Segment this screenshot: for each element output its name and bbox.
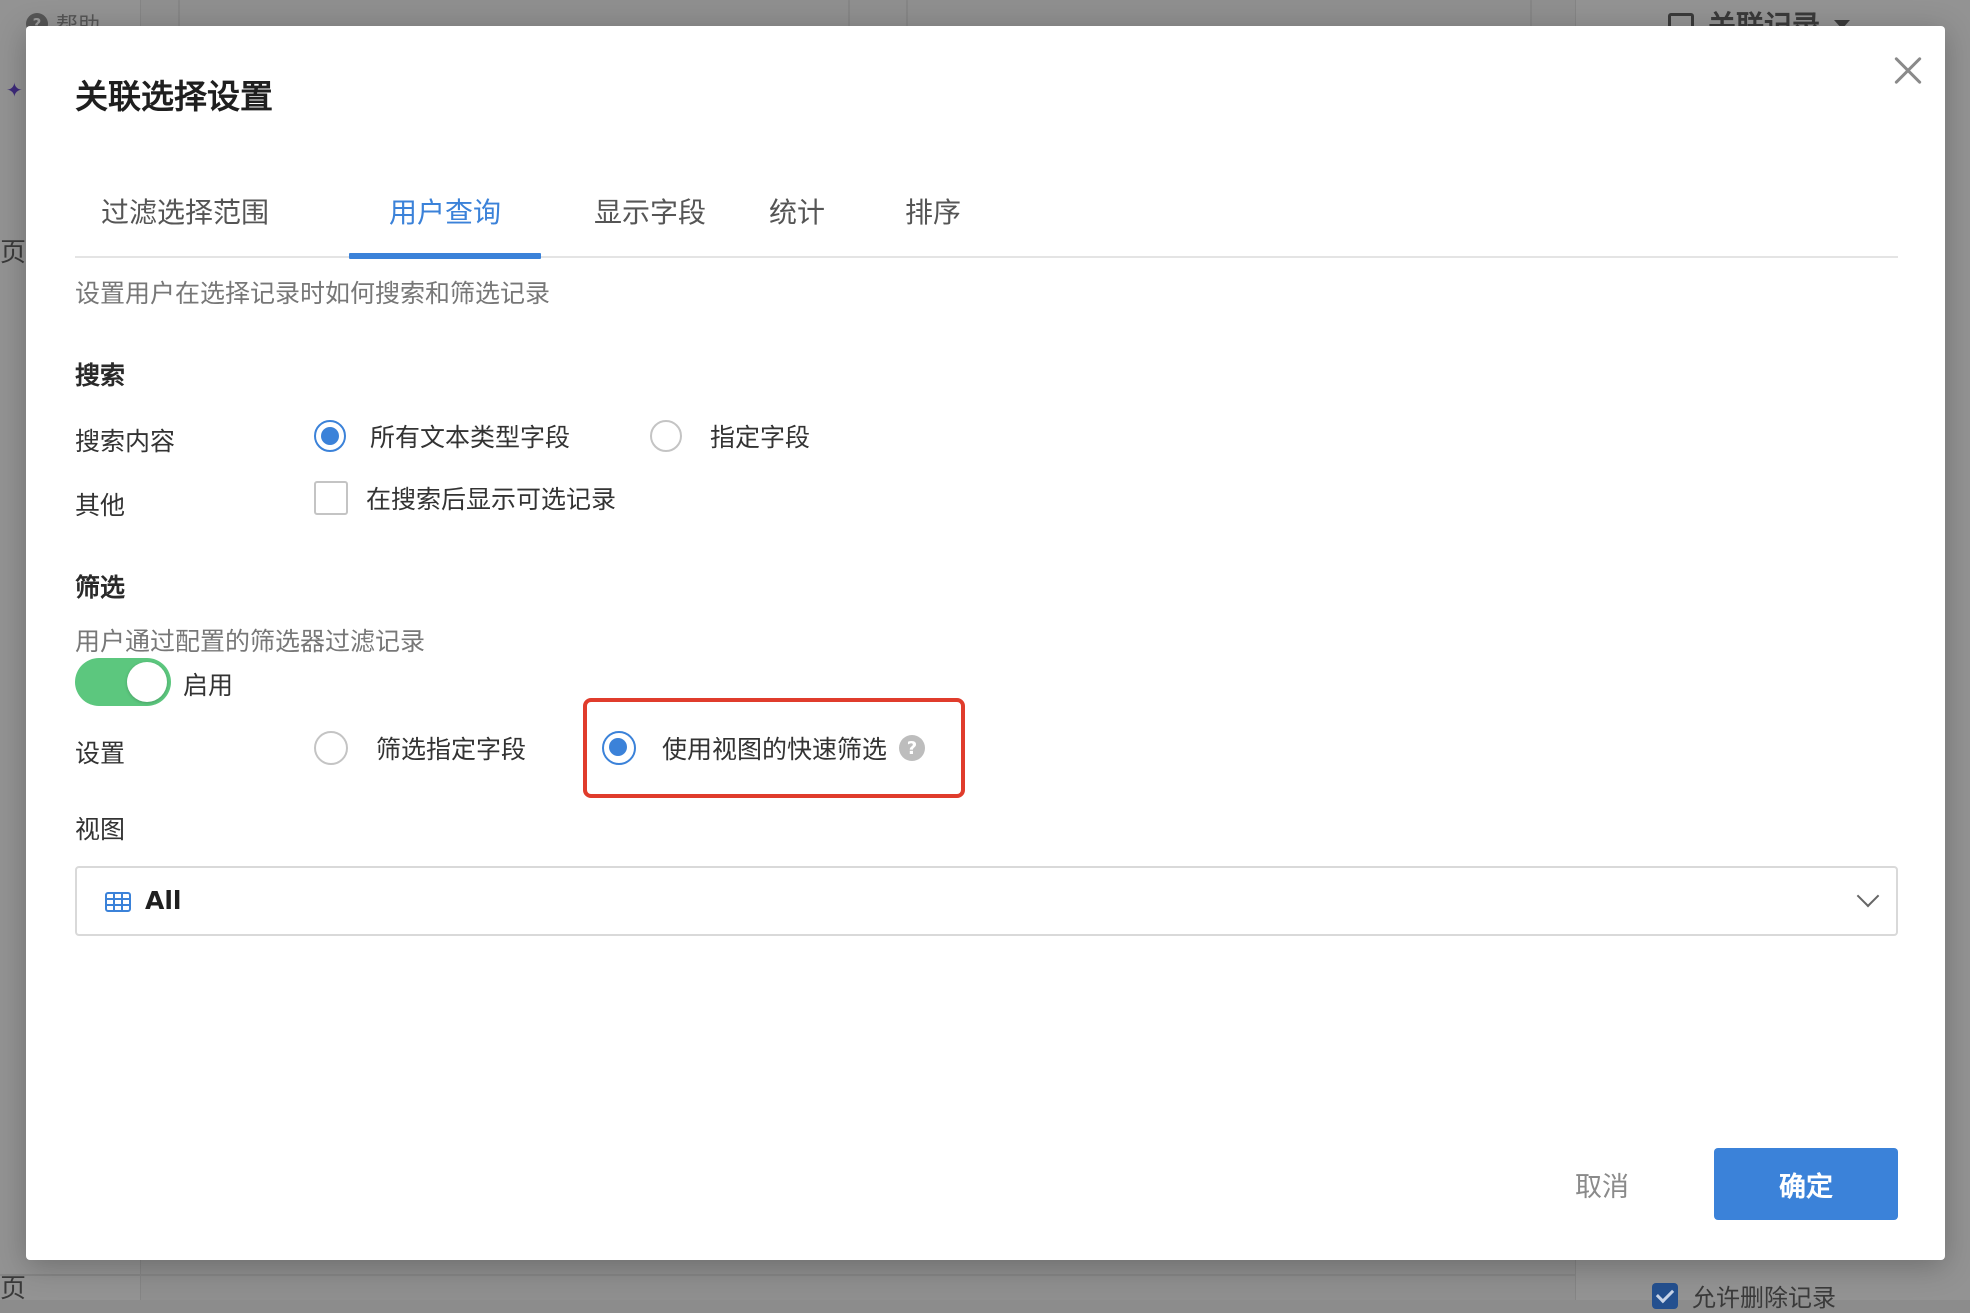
tab-label: 统计 xyxy=(768,196,825,229)
other-label: 其他 xyxy=(75,491,126,520)
background-divider xyxy=(1530,0,1532,26)
radio-label: 使用视图的快速筛选 xyxy=(662,735,888,764)
background-divider xyxy=(0,1274,1575,1276)
filter-section-title: 筛选 xyxy=(75,573,126,602)
background-edge-text: 页 xyxy=(0,1274,27,1304)
checkbox-unchecked-icon[interactable] xyxy=(314,481,348,515)
tab-user-query[interactable]: 用户查询 xyxy=(349,166,541,259)
grid-table-icon xyxy=(105,892,131,912)
tab-statistics[interactable]: 统计 xyxy=(747,166,847,256)
view-label: 视图 xyxy=(75,815,126,844)
tab-filter-scope[interactable]: 过滤选择范围 xyxy=(95,166,275,256)
link-select-settings-dialog: 关联选择设置 过滤选择范围 用户查询 显示字段 统计 排序 设置用户在选择记录时… xyxy=(26,26,1945,1260)
radio-label: 指定字段 xyxy=(710,423,811,452)
radio-checked-icon[interactable] xyxy=(602,731,636,765)
radio-checked-icon[interactable] xyxy=(314,420,346,452)
active-tab-indicator xyxy=(349,253,541,259)
tab-display-fields[interactable]: 显示字段 xyxy=(575,166,725,256)
toggle-knob xyxy=(127,662,167,702)
radio-label: 所有文本类型字段 xyxy=(370,423,571,452)
close-icon[interactable] xyxy=(1888,50,1928,90)
tab-label: 用户查询 xyxy=(388,196,501,229)
settings-label: 设置 xyxy=(75,739,126,768)
confirm-button[interactable]: 确定 xyxy=(1714,1148,1898,1220)
toggle-label: 启用 xyxy=(183,671,234,700)
tab-bar: 过滤选择范围 用户查询 显示字段 统计 排序 xyxy=(75,166,1898,259)
search-content-label: 搜索内容 xyxy=(75,427,176,456)
enable-filter-toggle[interactable] xyxy=(75,658,171,706)
background-divider xyxy=(848,0,850,26)
background-edge-text: 页 xyxy=(0,238,27,268)
background-allow-delete: 允许删除记录 xyxy=(1652,1278,1836,1313)
radio-label: 筛选指定字段 xyxy=(376,735,527,764)
question-mark-icon[interactable]: ? xyxy=(899,735,926,761)
radio-use-view-quick-filter[interactable]: 使用视图的快速筛选 ? xyxy=(602,730,926,766)
dialog-description: 设置用户在选择记录时如何搜索和筛选记录 xyxy=(75,279,551,308)
filter-description: 用户通过配置的筛选器过滤记录 xyxy=(75,627,426,656)
tab-label: 过滤选择范围 xyxy=(100,196,269,229)
checkbox-show-after-search[interactable]: 在搜索后显示可选记录 xyxy=(314,480,616,516)
tab-label: 排序 xyxy=(904,196,961,229)
sparkle-icon: ✦ xyxy=(6,78,23,102)
cancel-button[interactable]: 取消 xyxy=(1542,1148,1662,1220)
radio-specified-fields[interactable]: 指定字段 xyxy=(650,418,810,454)
radio-all-text-fields[interactable]: 所有文本类型字段 xyxy=(314,418,570,454)
radio-unchecked-icon[interactable] xyxy=(650,420,682,452)
view-select-value: All xyxy=(145,886,182,915)
tab-sort[interactable]: 排序 xyxy=(883,166,983,256)
checkbox-label: 在搜索后显示可选记录 xyxy=(366,485,617,514)
view-select[interactable]: All xyxy=(75,866,1898,936)
radio-unchecked-icon[interactable] xyxy=(314,731,348,765)
checkbox-checked-icon xyxy=(1652,1282,1678,1309)
background-divider xyxy=(906,0,908,26)
background-allow-delete-label: 允许删除记录 xyxy=(1692,1284,1836,1312)
radio-filter-specified-fields[interactable]: 筛选指定字段 xyxy=(314,730,526,766)
chevron-down-icon xyxy=(1856,884,1880,908)
background-divider xyxy=(178,0,180,26)
tab-label: 显示字段 xyxy=(593,196,706,229)
dialog-title: 关联选择设置 xyxy=(75,77,273,116)
search-section-title: 搜索 xyxy=(75,361,126,390)
